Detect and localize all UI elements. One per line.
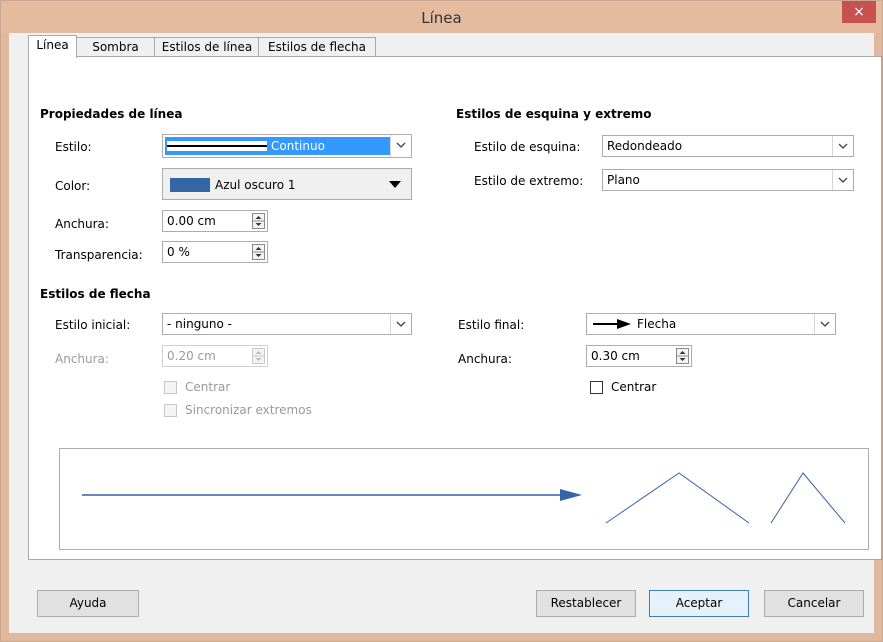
center-start-label: Centrar — [185, 380, 231, 394]
sync-ends-label: Sincronizar extremos — [185, 403, 312, 417]
start-width-label: Anchura: — [55, 352, 109, 366]
tab-estilos-de-flecha[interactable]: Estilos de flecha — [258, 37, 376, 57]
cap-style-dropdown[interactable]: Plano — [602, 169, 854, 191]
line-style-highlight: Continuo — [165, 137, 391, 155]
title-bar: Línea × — [1, 1, 882, 33]
tab-linea[interactable]: Línea — [28, 35, 77, 58]
tab-estilos-de-linea[interactable]: Estilos de línea — [154, 37, 260, 57]
cap-style-label: Estilo de extremo: — [474, 174, 584, 188]
corner-cap-header: Estilos de esquina y extremo — [456, 107, 652, 121]
chevron-down-icon — [814, 314, 835, 334]
line-style-dropdown[interactable]: Continuo — [162, 134, 412, 158]
reset-button[interactable]: Restablecer — [536, 590, 636, 617]
start-width-value: 0.20 cm — [167, 349, 216, 363]
center-end-label: Centrar — [611, 380, 657, 394]
line-properties-header: Propiedades de línea — [40, 107, 183, 121]
start-width-spinbox[interactable]: 0.20 cm — [162, 345, 268, 367]
chevron-down-icon — [832, 136, 853, 156]
end-style-value: Flecha — [637, 317, 677, 331]
start-style-label: Estilo inicial: — [55, 318, 131, 332]
end-style-label: Estilo final: — [458, 318, 525, 332]
tab-sombra[interactable]: Sombra — [75, 37, 156, 57]
help-button[interactable]: Ayuda — [37, 590, 139, 617]
cancel-button[interactable]: Cancelar — [764, 590, 864, 617]
line-style-sample — [167, 141, 267, 151]
line-width-spinbox[interactable]: 0.00 cm — [162, 210, 268, 232]
line-style-value: Continuo — [271, 139, 325, 153]
close-button[interactable]: × — [842, 1, 876, 23]
arrow-styles-header: Estilos de flecha — [40, 287, 151, 301]
style-label: Estilo: — [55, 140, 92, 154]
spin-buttons[interactable] — [252, 244, 265, 260]
width-label: Anchura: — [55, 217, 109, 231]
color-dropdown[interactable]: Azul oscuro 1 — [162, 168, 412, 200]
transparency-value: 0 % — [167, 245, 190, 259]
transparency-spinbox[interactable]: 0 % — [162, 241, 268, 263]
end-width-label: Anchura: — [458, 352, 512, 366]
start-style-dropdown[interactable]: - ninguno - — [162, 313, 412, 335]
line-preview — [59, 448, 869, 550]
center-start-checkbox[interactable] — [164, 381, 177, 394]
preview-drawing — [82, 472, 846, 524]
end-width-value: 0.30 cm — [591, 349, 640, 363]
sync-ends-checkbox[interactable] — [164, 404, 177, 417]
transparency-label: Transparencia: — [55, 248, 143, 262]
color-swatch — [170, 178, 210, 192]
chevron-down-icon — [832, 170, 853, 190]
spin-buttons[interactable] — [252, 213, 265, 229]
end-style-dropdown[interactable]: Flecha — [586, 313, 836, 335]
corner-style-dropdown[interactable]: Redondeado — [602, 135, 854, 157]
spin-buttons[interactable] — [676, 348, 689, 364]
corner-style-value: Redondeado — [607, 139, 683, 153]
ok-button[interactable]: Aceptar — [649, 590, 749, 617]
arrow-right-icon — [593, 319, 631, 329]
chevron-down-icon — [390, 314, 411, 334]
chevron-down-icon — [390, 135, 411, 157]
cap-style-value: Plano — [607, 173, 640, 187]
line-width-value: 0.00 cm — [167, 214, 216, 228]
color-label: Color: — [55, 179, 91, 193]
end-width-spinbox[interactable]: 0.30 cm — [586, 345, 692, 367]
triangle-down-icon — [389, 181, 401, 188]
start-style-value: - ninguno - — [167, 317, 233, 331]
spin-buttons[interactable] — [252, 348, 265, 364]
window-title: Línea — [421, 9, 462, 27]
color-value: Azul oscuro 1 — [215, 178, 296, 192]
center-end-checkbox[interactable] — [590, 381, 603, 394]
corner-style-label: Estilo de esquina: — [474, 140, 581, 154]
